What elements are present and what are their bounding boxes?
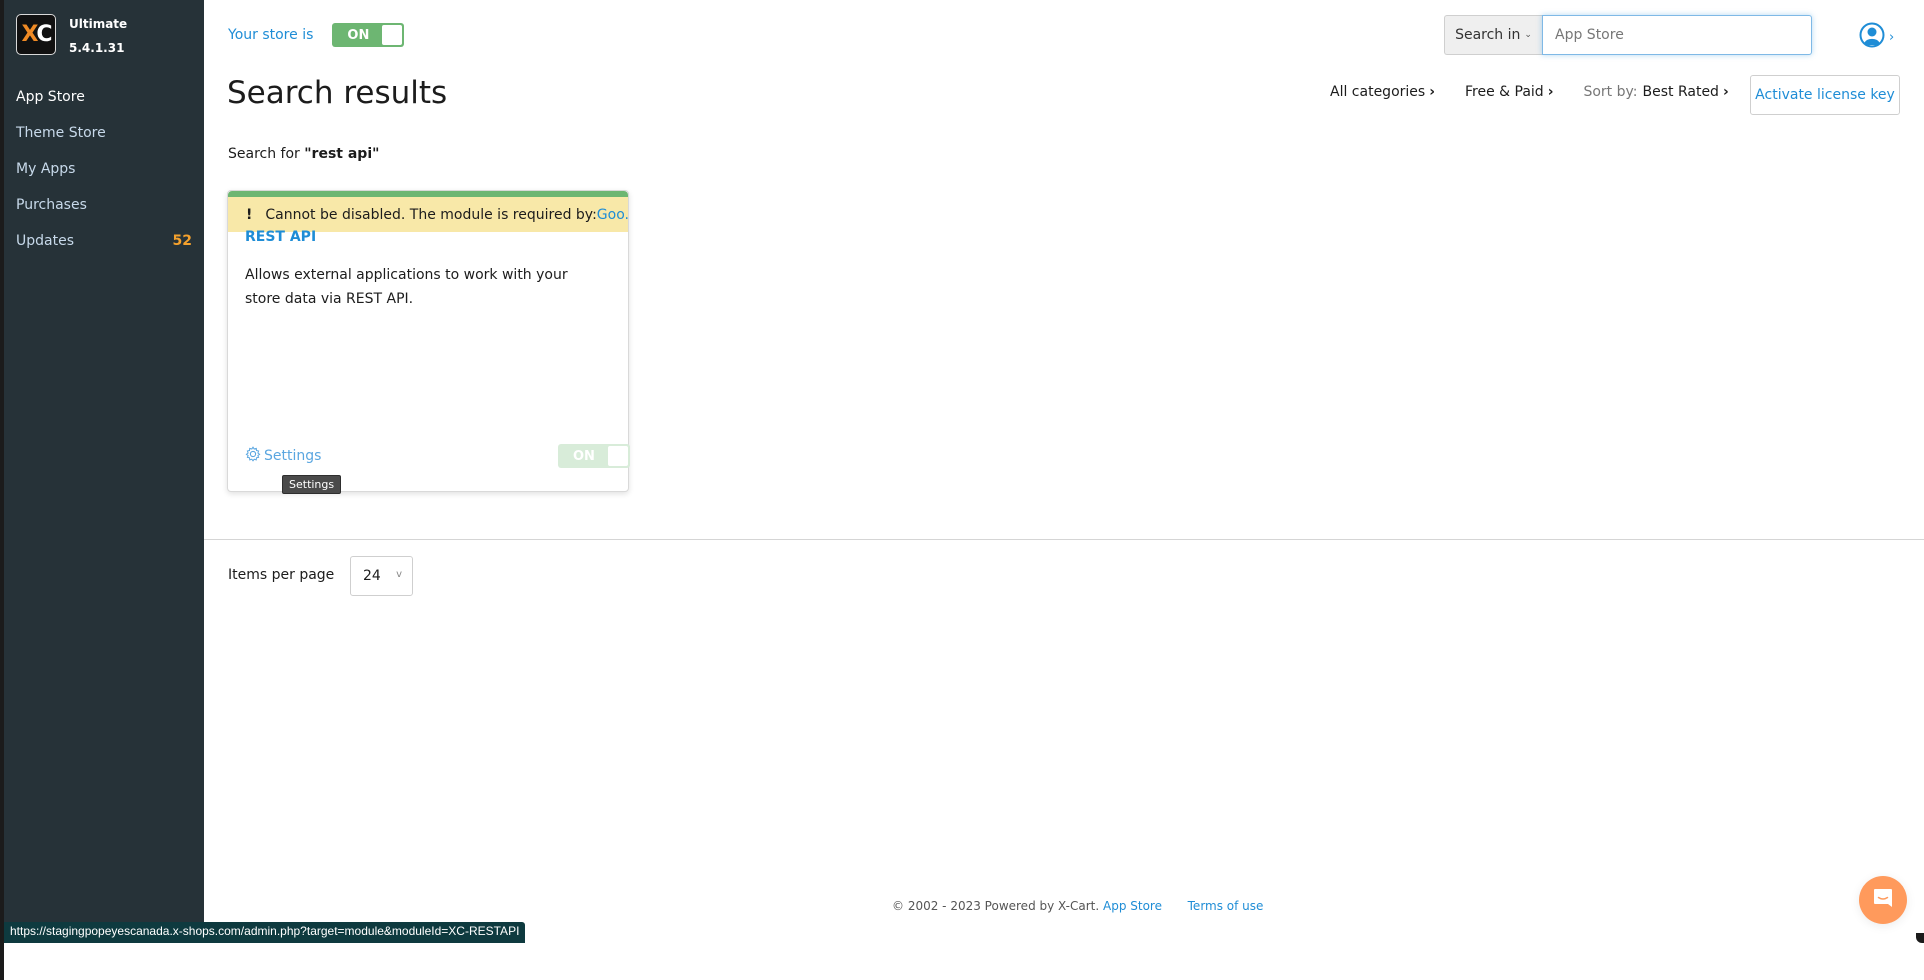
page-title: Search results <box>227 75 448 111</box>
chevron-right-icon: › <box>1722 84 1729 100</box>
module-settings-link[interactable]: Settings <box>245 446 321 466</box>
browser-status-url: https://stagingpopeyescanada.x-shops.com… <box>4 922 526 943</box>
sidebar-item-purchases[interactable]: Purchases <box>4 187 204 223</box>
search-group: Search in ⌄ <box>1444 15 1812 55</box>
xcart-logo[interactable]: XC <box>16 14 56 55</box>
user-menu[interactable]: › <box>1859 22 1894 52</box>
edition-info: Ultimate 5.4.1.31 <box>69 12 127 60</box>
gear-icon <box>245 446 264 466</box>
categories-filter-label: All categories <box>1330 84 1426 100</box>
store-status: Your store is ON <box>228 23 405 47</box>
search-in-label: Search in <box>1455 27 1521 43</box>
sidebar-item-app-store[interactable]: App Store <box>4 79 204 115</box>
sidebar-item-label: Purchases <box>16 197 87 213</box>
chevron-right-icon: › <box>1889 29 1895 45</box>
chevron-right-icon: › <box>1547 84 1554 100</box>
module-card: ! Cannot be disabled. The module is requ… <box>227 190 630 494</box>
sidebar-item-label: Theme Store <box>16 125 106 141</box>
toggle-state-label: ON <box>573 448 595 464</box>
toggle-state-label: ON <box>347 27 370 43</box>
footer: © 2002 - 2023 Powered by X-Cart. App Sto… <box>892 899 1263 913</box>
sidebar-nav: App Store Theme Store My Apps Purchases … <box>4 79 204 259</box>
search-in-dropdown[interactable]: Search in ⌄ <box>1444 15 1542 55</box>
chevron-down-icon: ⌄ <box>1524 30 1532 40</box>
window-corner <box>1916 933 1924 943</box>
items-per-page-select[interactable]: 24 v <box>350 556 413 596</box>
module-warning: ! Cannot be disabled. The module is requ… <box>228 197 628 232</box>
logo-letter-x: X <box>21 21 38 47</box>
items-per-page-value: 24 <box>363 568 381 584</box>
sidebar-item-updates[interactable]: Updates 52 <box>4 223 204 259</box>
chevron-down-icon: v <box>396 569 402 580</box>
logo-letter-c: C <box>36 21 52 47</box>
copyright-text: © 2002 - 2023 Powered by X-Cart. <box>892 899 1100 913</box>
sidebar-item-label: App Store <box>16 89 85 105</box>
pricing-filter-label: Free & Paid <box>1464 84 1544 100</box>
app-window: XC Ultimate 5.4.1.31 App Store Theme Sto… <box>0 0 1924 980</box>
search-for-prefix: Search for <box>228 146 300 162</box>
toggle-knob <box>608 446 628 466</box>
warning-text: Cannot be disabled. The module is requir… <box>265 206 597 223</box>
sidebar-item-label: Updates <box>16 233 74 249</box>
module-enable-toggle[interactable]: ON <box>558 444 630 468</box>
chat-icon <box>1872 887 1894 913</box>
terms-of-use-link[interactable]: Terms of use <box>1188 899 1264 913</box>
sort-label: Sort by: <box>1583 84 1638 100</box>
sidebar-item-theme-store[interactable]: Theme Store <box>4 115 204 151</box>
brand: XC Ultimate 5.4.1.31 <box>16 14 127 60</box>
store-status-toggle[interactable]: ON <box>332 23 405 47</box>
settings-label: Settings <box>264 448 322 464</box>
pricing-filter[interactable]: Free & Paid › <box>1465 84 1553 100</box>
activate-license-button[interactable]: Activate license key <box>1750 75 1900 115</box>
user-avatar-icon <box>1859 22 1885 52</box>
warning-icon: ! <box>246 206 253 223</box>
sidebar-item-my-apps[interactable]: My Apps <box>4 151 204 187</box>
version-number: 5.4.1.31 <box>69 41 125 55</box>
sidebar: XC Ultimate 5.4.1.31 App Store Theme Sto… <box>4 0 204 925</box>
sidebar-item-label: My Apps <box>16 161 76 177</box>
search-input[interactable] <box>1542 15 1812 55</box>
sort-filter[interactable]: Sort by: Best Rated › <box>1583 84 1728 100</box>
sort-value: Best Rated <box>1642 84 1719 100</box>
support-chat-button[interactable] <box>1859 876 1907 924</box>
module-description: Allows external applications to work wit… <box>245 267 568 307</box>
items-per-page-label: Items per page <box>228 567 335 583</box>
edition-name: Ultimate <box>69 17 128 31</box>
toggle-knob <box>382 25 403 45</box>
search-query: "rest api" <box>304 146 380 162</box>
footer-app-store-link[interactable]: App Store <box>1103 899 1162 913</box>
module-title[interactable]: REST API <box>245 229 316 245</box>
section-divider <box>204 539 1924 540</box>
chevron-right-icon: › <box>1429 84 1435 100</box>
updates-count-badge: 52 <box>172 233 192 249</box>
store-status-label[interactable]: Your store is <box>228 27 313 43</box>
required-by-link[interactable]: Goo... <box>597 207 628 223</box>
search-query-summary: Search for "rest api" <box>228 146 379 162</box>
filters-bar: All categories › Free & Paid › Sort by: Bes… <box>1330 84 1759 100</box>
categories-filter[interactable]: All categories › <box>1330 84 1435 100</box>
settings-tooltip: Settings <box>282 475 342 494</box>
